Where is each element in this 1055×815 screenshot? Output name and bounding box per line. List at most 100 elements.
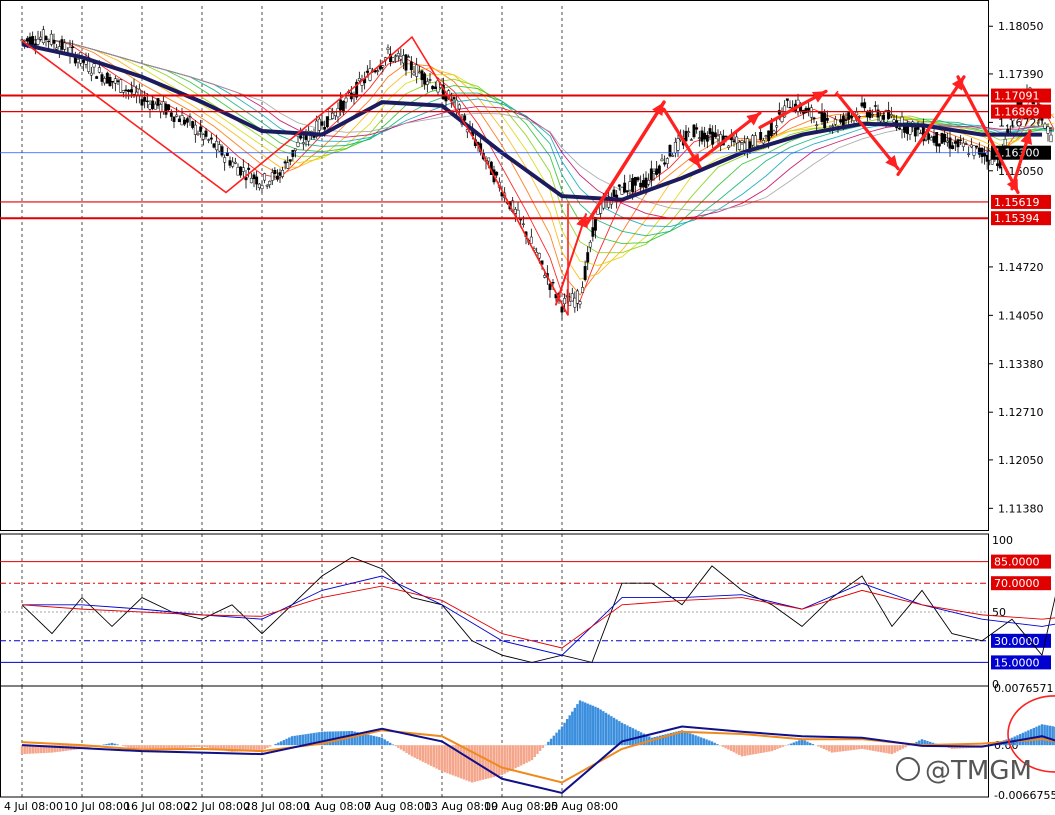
candle-body [231, 161, 235, 167]
candle [217, 140, 221, 152]
guppy-ma-line [21, 38, 1055, 228]
macd-histogram-bar [260, 745, 264, 751]
candle-body [145, 100, 149, 103]
candle [223, 154, 227, 171]
macd-histogram-bar [732, 745, 736, 753]
candle-body [740, 140, 744, 143]
candle [1046, 123, 1050, 142]
macd-histogram-bar [560, 726, 564, 746]
macd-histogram-bar [413, 745, 416, 758]
candle-body [341, 101, 345, 113]
candle [252, 172, 256, 188]
macd-histogram-bar [508, 745, 512, 771]
macd-histogram-bar [20, 745, 24, 755]
candle-body [1003, 138, 1007, 146]
macd-histogram-bar [836, 745, 839, 752]
candle-body [841, 115, 845, 127]
candle-body [116, 80, 120, 83]
candle [376, 68, 380, 76]
candle-body [948, 137, 952, 149]
macd-histogram-bar [462, 745, 466, 780]
macd-histogram-bar [565, 719, 569, 746]
macd-histogram-bar [421, 745, 425, 762]
candle [244, 169, 248, 189]
candle [341, 100, 345, 116]
macd-histogram-bar [533, 745, 536, 758]
candle-body [871, 114, 875, 116]
macd-frame [0, 685, 989, 798]
macd-histogram-bar [822, 745, 826, 749]
macd-histogram-bar [511, 745, 515, 770]
candle [355, 79, 359, 100]
macd-histogram-bar [279, 741, 283, 746]
time-tick-label: 25 Aug 08:00 [544, 800, 618, 813]
candle-body [932, 135, 936, 143]
candle-body [412, 72, 416, 76]
watermark-text: @TMGM [925, 756, 1032, 786]
macd-histogram-bar [108, 743, 111, 746]
macd-histogram-bar [841, 745, 845, 752]
candle-body [278, 172, 282, 176]
macd-histogram-bar [885, 745, 888, 754]
candle-body [924, 139, 928, 141]
candle-body [884, 110, 888, 123]
candle-body [988, 150, 992, 161]
candle-body [177, 118, 181, 123]
candle [108, 73, 112, 87]
candle-body [169, 112, 173, 117]
macd-histogram-bar [187, 745, 190, 748]
candle-body [633, 176, 637, 186]
candle-body [239, 166, 243, 176]
candle [209, 133, 213, 144]
candle-body [241, 167, 245, 172]
candle-body [275, 175, 279, 180]
candle-body [423, 73, 427, 85]
macd-histogram-bar [591, 705, 595, 746]
candle [593, 217, 597, 239]
macd-histogram-bar [631, 728, 635, 746]
macd-histogram-bar [898, 745, 902, 751]
candle-body [865, 112, 869, 118]
candle-body [807, 107, 811, 111]
candle [516, 202, 520, 220]
candle [833, 115, 837, 127]
candle [548, 283, 552, 298]
macd-histogram-bar [740, 745, 744, 757]
candle-body [628, 181, 632, 191]
macd-histogram-bar [907, 745, 910, 746]
macd-histogram-bar [578, 700, 582, 746]
candle-body [657, 165, 661, 174]
candle-body [727, 145, 731, 148]
candle [231, 157, 235, 169]
candle-body [583, 266, 587, 280]
candle [228, 156, 232, 169]
candle [185, 116, 189, 128]
macd-histogram-bar [825, 745, 828, 751]
macd-histogram-bar [388, 742, 392, 746]
candle-body [625, 190, 629, 193]
candle-body [47, 40, 51, 43]
macd-histogram-bar [710, 741, 714, 746]
candle-body [153, 103, 157, 110]
candle [352, 91, 356, 105]
candle [689, 138, 693, 141]
candle-body [394, 55, 398, 57]
macd-histogram-bar [589, 704, 592, 746]
candle [116, 78, 120, 85]
time-tick-label: 22 Jul 08:00 [184, 800, 250, 813]
macd-histogram-bar [397, 745, 400, 748]
candle [233, 157, 237, 165]
candle-body [105, 72, 109, 84]
candle-body [95, 76, 99, 79]
macd-histogram-bar [552, 735, 556, 746]
macd-histogram-bar [724, 745, 727, 749]
candle [967, 146, 971, 158]
candle-body [724, 135, 728, 138]
candle-body [25, 38, 29, 42]
candle [127, 88, 131, 100]
candle-body [959, 139, 963, 141]
candle [788, 100, 792, 109]
candle [241, 159, 245, 180]
candle [265, 183, 269, 190]
candle-body [180, 115, 184, 126]
